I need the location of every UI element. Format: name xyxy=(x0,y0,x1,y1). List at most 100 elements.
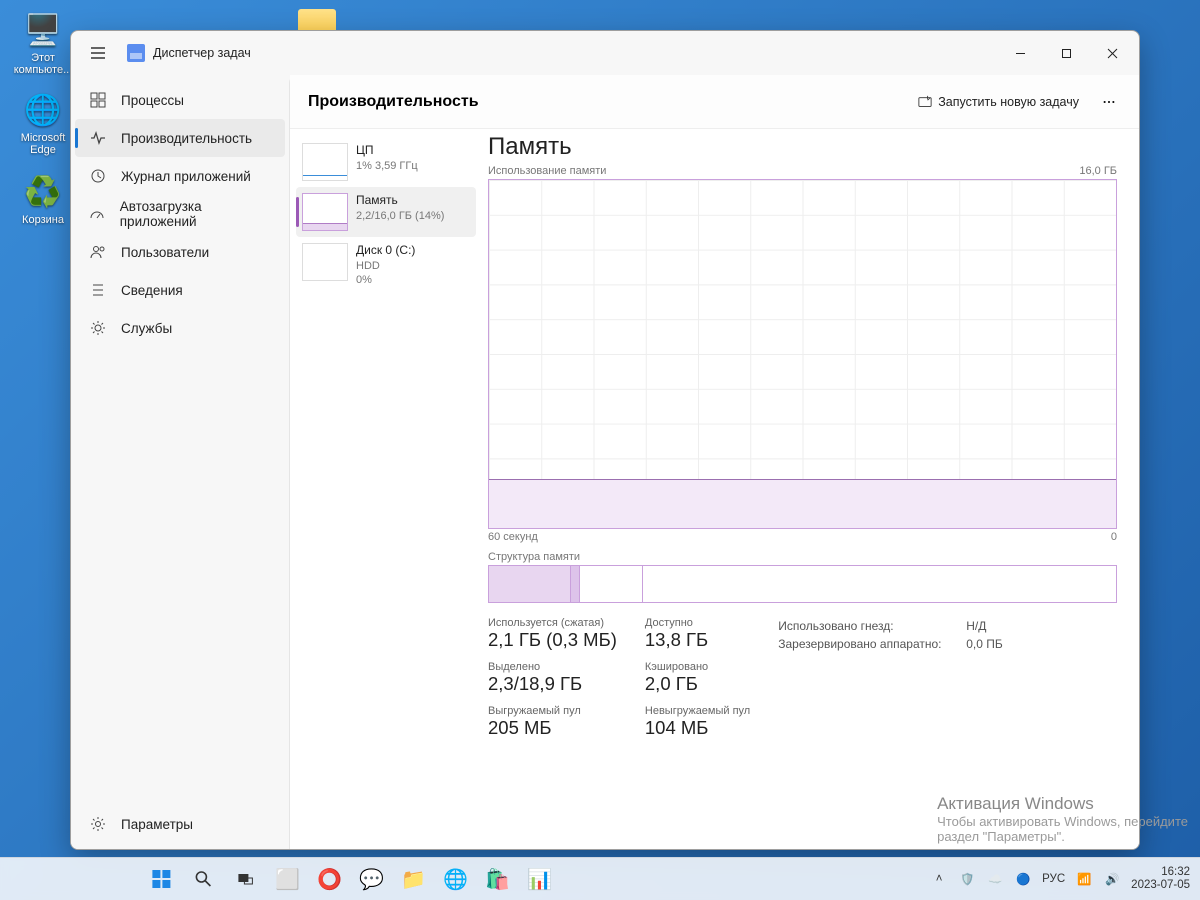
close-button[interactable] xyxy=(1089,37,1135,69)
nav-label: Журнал приложений xyxy=(121,169,251,184)
nav-services[interactable]: Службы xyxy=(75,309,285,347)
run-task-icon xyxy=(918,95,932,109)
maximize-button[interactable] xyxy=(1043,37,1089,69)
taskview-button[interactable] xyxy=(226,862,264,896)
explorer-button[interactable]: 📁 xyxy=(394,862,432,896)
mini-name: Диск 0 (C:) xyxy=(356,243,415,259)
store-button[interactable]: 🛍️ xyxy=(478,862,516,896)
run-task-button[interactable]: Запустить новую задачу xyxy=(910,91,1087,113)
close-icon xyxy=(1107,48,1118,59)
kv-label: Зарезервировано аппаратно: xyxy=(778,635,948,653)
desktop-icon-label: Microsoft Edge xyxy=(10,132,76,156)
wifi-icon[interactable]: 📶 xyxy=(1075,870,1093,888)
desktop-icon-label: Корзина xyxy=(10,214,76,226)
stat-value: 205 МБ xyxy=(488,717,552,738)
edge-icon: 🌐 xyxy=(23,90,63,130)
mini-name: ЦП xyxy=(356,143,418,159)
stat-label: Выделено xyxy=(488,661,617,673)
cloud-icon[interactable]: ☁️ xyxy=(986,870,1004,888)
nav-label: Сведения xyxy=(121,283,183,298)
stat-value: 2,1 ГБ (0,3 МБ) xyxy=(488,629,617,650)
mini-sub: 2,2/16,0 ГБ (14%) xyxy=(356,209,444,223)
edge-button[interactable]: 🌐 xyxy=(436,862,474,896)
clock-time: 16:32 xyxy=(1131,866,1190,879)
widgets-button[interactable]: ⬜ xyxy=(268,862,306,896)
run-task-label: Запустить новую задачу xyxy=(938,95,1079,109)
nav-settings[interactable]: Параметры xyxy=(75,805,285,843)
desktop-icon-edge[interactable]: 🌐 Microsoft Edge xyxy=(10,90,76,156)
composition-bar xyxy=(488,565,1117,603)
mini-cpu-chart xyxy=(302,143,348,181)
taskview-icon xyxy=(236,870,254,888)
pulse-icon xyxy=(89,129,107,147)
composition-label: Структура памяти xyxy=(488,551,1117,563)
stat-value: 13,8 ГБ xyxy=(645,629,708,650)
hamburger-button[interactable] xyxy=(83,38,113,68)
mini-disk-chart xyxy=(302,243,348,281)
stat-cached: Кэшировано 2,0 ГБ xyxy=(645,661,750,695)
kv-value: Н/Д xyxy=(966,617,986,635)
taskbar: ⬜ ⭕ 💬 📁 🌐 🛍️ 📊 ˄ 🛡️ ☁️ 🔵 РУС 📶 🔊 16:32 2… xyxy=(0,857,1200,900)
pc-icon: 🖥️ xyxy=(23,10,63,50)
mini-disk[interactable]: Диск 0 (C:) HDD 0% xyxy=(296,237,476,293)
more-button[interactable] xyxy=(1093,86,1125,118)
stat-in-use: Используется (сжатая) 2,1 ГБ (0,3 МБ) xyxy=(488,617,617,651)
taskmgr-button[interactable]: 📊 xyxy=(520,862,558,896)
desktop-icon-label: Этот компьюте... xyxy=(10,52,76,76)
desktop-icon-recycle-bin[interactable]: ♻️ Корзина xyxy=(10,172,76,226)
stat-label: Кэшировано xyxy=(645,661,750,673)
mini-name: Память xyxy=(356,193,444,209)
more-icon xyxy=(1102,95,1116,109)
clock[interactable]: 16:32 2023-07-05 xyxy=(1131,866,1190,892)
mini-sub: 0% xyxy=(356,273,415,287)
titlebar: Диспетчер задач xyxy=(71,31,1139,75)
security-icon[interactable]: 🛡️ xyxy=(958,870,976,888)
maximize-icon xyxy=(1061,48,1072,59)
max-label: 16,0 ГБ xyxy=(1079,165,1117,177)
memory-usage-band xyxy=(489,479,1116,528)
kv-block: Использовано гнезд: Н/Д Зарезервировано … xyxy=(778,617,1003,739)
stat-value: 2,0 ГБ xyxy=(645,673,698,694)
history-icon xyxy=(89,167,107,185)
start-button[interactable] xyxy=(142,862,180,896)
desktop-icon-this-pc[interactable]: 🖥️ Этот компьюте... xyxy=(10,10,76,76)
mini-memory[interactable]: Память 2,2/16,0 ГБ (14%) xyxy=(296,187,476,237)
usage-label: Использование памяти xyxy=(488,165,606,177)
system-tray: ˄ 🛡️ ☁️ 🔵 РУС 📶 🔊 16:32 2023-07-05 xyxy=(930,866,1190,892)
nav-performance[interactable]: Производительность xyxy=(75,119,285,157)
network-icon[interactable]: 🔵 xyxy=(1014,870,1032,888)
search-button[interactable] xyxy=(184,862,222,896)
grid-icon xyxy=(89,91,107,109)
nav-users[interactable]: Пользователи xyxy=(75,233,285,271)
volume-icon[interactable]: 🔊 xyxy=(1103,870,1121,888)
stat-label: Выгружаемый пул xyxy=(488,705,617,717)
nav-app-history[interactable]: Журнал приложений xyxy=(75,157,285,195)
nav-label: Автозагрузка приложений xyxy=(120,199,271,229)
settings-icon xyxy=(89,815,107,833)
window-title: Диспетчер задач xyxy=(153,46,251,60)
nav-startup[interactable]: Автозагрузка приложений xyxy=(75,195,285,233)
mini-list: ЦП 1% 3,59 ГГц Память 2,2/16,0 ГБ (14%) xyxy=(290,129,482,849)
list-icon xyxy=(89,281,107,299)
nav-label: Производительность xyxy=(121,131,252,146)
page-title: Производительность xyxy=(308,93,479,111)
nav-details[interactable]: Сведения xyxy=(75,271,285,309)
stat-committed: Выделено 2,3/18,9 ГБ xyxy=(488,661,617,695)
teams-button[interactable]: 💬 xyxy=(352,862,390,896)
nav-processes[interactable]: Процессы xyxy=(75,81,285,119)
clock-date: 2023-07-05 xyxy=(1131,879,1190,892)
watermark-sub: Чтобы активировать Windows, перейдите ра… xyxy=(937,814,1188,844)
cortana-button[interactable]: ⭕ xyxy=(310,862,348,896)
nav-label: Процессы xyxy=(121,93,184,108)
language-indicator[interactable]: РУС xyxy=(1042,873,1065,885)
stat-value: 104 МБ xyxy=(645,717,709,738)
mini-cpu[interactable]: ЦП 1% 3,59 ГГц xyxy=(296,137,476,187)
detail-title: Память xyxy=(488,133,1117,161)
tray-chevron-icon[interactable]: ˄ xyxy=(930,870,948,888)
content: Производительность Запустить новую задач… xyxy=(289,75,1139,849)
minimize-button[interactable] xyxy=(997,37,1043,69)
stat-paged: Выгружаемый пул 205 МБ xyxy=(488,705,617,739)
users-icon xyxy=(89,243,107,261)
kv-value: 0,0 ПБ xyxy=(966,635,1003,653)
sidebar: Процессы Производительность Журнал прило… xyxy=(71,75,289,849)
